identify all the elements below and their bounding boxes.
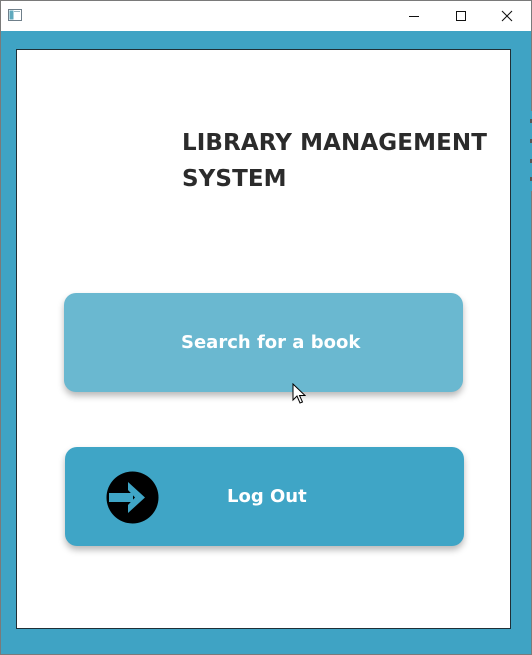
page-title-line1: LIBRARY MANAGEMENT — [182, 130, 488, 156]
page-title: LIBRARY MANAGEMENT SYSTEM — [182, 125, 502, 197]
close-icon — [501, 10, 513, 22]
minimize-icon — [409, 16, 419, 17]
search-book-button[interactable]: Search for a book — [64, 293, 463, 392]
log-out-label: Log Out — [227, 486, 307, 507]
mouse-pointer-icon — [292, 383, 306, 404]
app-icon — [8, 9, 22, 21]
minimize-button[interactable] — [391, 1, 437, 31]
search-book-label: Search for a book — [181, 332, 361, 353]
main-panel: LIBRARY MANAGEMENT SYSTEM Search for a b… — [16, 49, 511, 629]
app-window: LIBRARY MANAGEMENT SYSTEM Search for a b… — [0, 0, 532, 655]
log-out-arrow-icon — [106, 471, 159, 524]
maximize-button[interactable] — [438, 1, 484, 31]
close-button[interactable] — [484, 1, 530, 31]
maximize-icon — [456, 11, 466, 21]
title-bar[interactable] — [1, 1, 531, 31]
page-title-line2: SYSTEM — [182, 166, 287, 192]
log-out-button[interactable]: Log Out — [65, 447, 464, 546]
